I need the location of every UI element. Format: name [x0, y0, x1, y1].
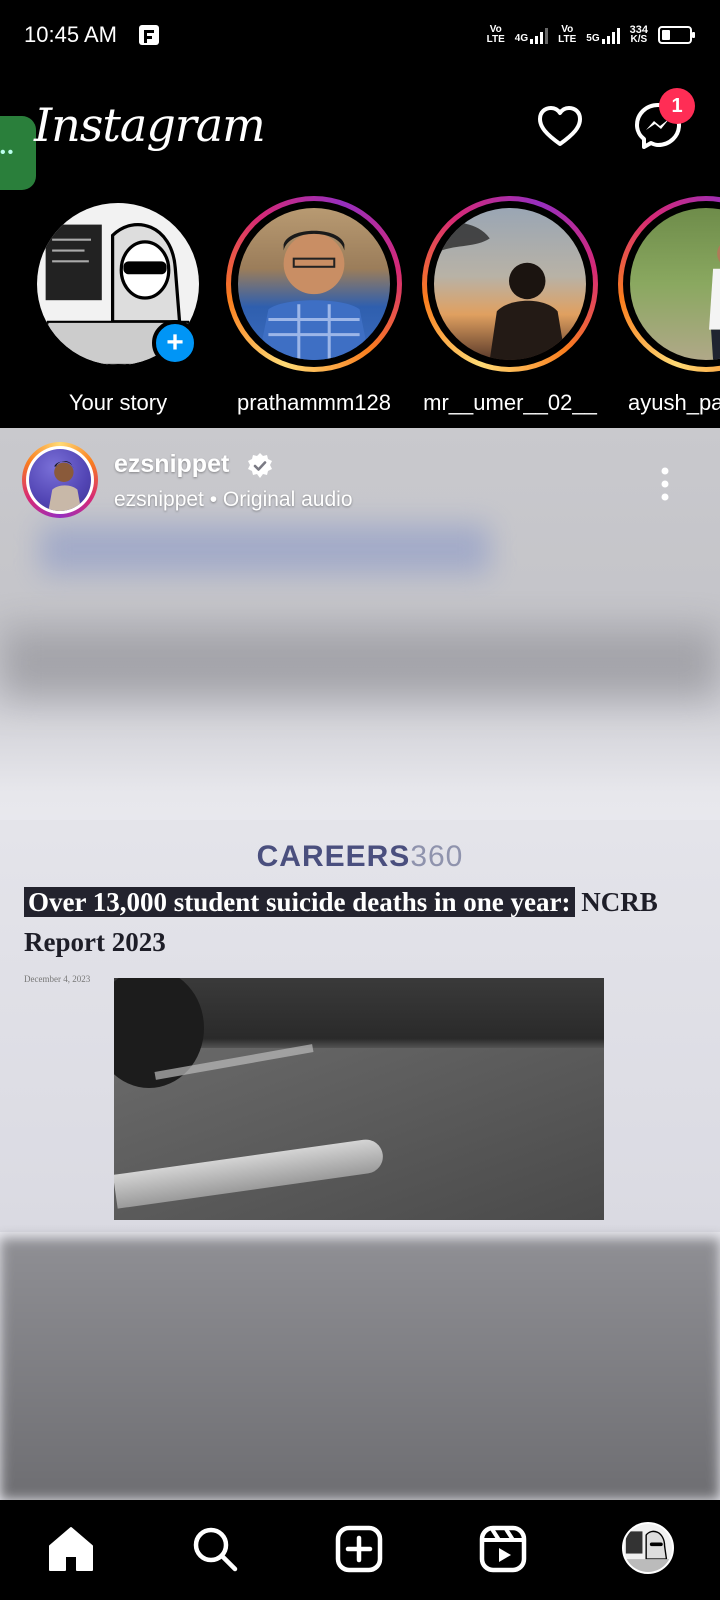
post-author-avatar[interactable]	[22, 442, 98, 518]
stories-tray: + Your story prathammm128 mr__umer__02__…	[0, 196, 720, 418]
feed-post[interactable]: ezsnippet ezsnippet • Original audio CAR…	[0, 428, 720, 1500]
story-name: Your story	[68, 390, 168, 415]
status-icons: Vo LTE 4G Vo LTE 5G 334 K/S	[486, 18, 695, 52]
bottom-nav	[0, 1502, 720, 1600]
story-avatar[interactable]	[618, 196, 720, 372]
article-brand: CAREERS360	[256, 840, 464, 873]
story-name: mr__umer__02__	[423, 390, 597, 415]
story-avatar-image	[630, 208, 720, 360]
article-photo	[114, 978, 604, 1220]
blurred-region	[0, 628, 720, 698]
instagram-logo[interactable]: Instagram	[34, 98, 266, 152]
story-name: prathammm128	[236, 390, 392, 415]
post-author-image	[29, 449, 91, 511]
story-avatar[interactable]	[422, 196, 598, 372]
story-your-story[interactable]: + Your story	[18, 196, 218, 416]
app-header: •• Instagram 1	[0, 72, 720, 190]
heart-icon[interactable]	[534, 100, 586, 152]
volte-indicator-1: Vo LTE	[486, 24, 505, 45]
reels-icon[interactable]	[478, 1524, 528, 1574]
post-audio-label[interactable]: ezsnippet • Original audio	[114, 488, 353, 512]
post-username[interactable]: ezsnippet	[114, 450, 229, 479]
status-time: 10:45 AM	[24, 22, 117, 47]
volte-indicator-2: Vo LTE	[558, 24, 577, 45]
story-mr-umer-02[interactable]: mr__umer__02__	[410, 196, 610, 416]
status-bar: 10:45 AM Vo LTE 4G Vo LTE 5G 334 K/S	[0, 0, 720, 72]
story-avatar-image	[238, 208, 390, 360]
story-avatar[interactable]: +	[30, 196, 206, 372]
signal-bars-icon	[530, 26, 549, 44]
notification-app-icon	[139, 25, 159, 45]
add-story-button[interactable]: +	[152, 320, 198, 366]
blurred-region	[0, 1238, 720, 1500]
article-headline: Over 13,000 student suicide deaths in on…	[24, 887, 658, 957]
home-icon[interactable]	[46, 1524, 96, 1574]
search-icon[interactable]	[190, 1524, 240, 1574]
signal-5g: 5G	[586, 26, 620, 44]
story-prathammm128[interactable]: prathammm128	[214, 196, 414, 416]
news-screenshot: CAREERS360 Over 13,000 student suicide d…	[0, 820, 720, 1232]
story-avatar-image	[434, 208, 586, 360]
profile-avatar[interactable]	[622, 1522, 674, 1574]
verified-badge-icon	[248, 453, 272, 478]
story-avatar[interactable]	[226, 196, 402, 372]
blurred-region	[40, 524, 490, 574]
floating-side-tab[interactable]: ••	[0, 116, 36, 190]
post-header: ezsnippet ezsnippet • Original audio	[0, 428, 720, 518]
story-ayush-pa[interactable]: ayush_pa	[606, 196, 720, 416]
create-icon[interactable]	[334, 1524, 384, 1574]
signal-bars-icon	[601, 26, 620, 44]
article-date: December 4, 2023	[24, 974, 91, 984]
network-speed: 334 K/S	[629, 24, 648, 45]
more-options-icon[interactable]	[660, 466, 670, 502]
story-name: ayush_pa	[628, 390, 720, 415]
signal-4g: 4G	[515, 26, 549, 44]
battery-icon	[658, 26, 695, 44]
notification-badge: 1	[659, 88, 695, 124]
